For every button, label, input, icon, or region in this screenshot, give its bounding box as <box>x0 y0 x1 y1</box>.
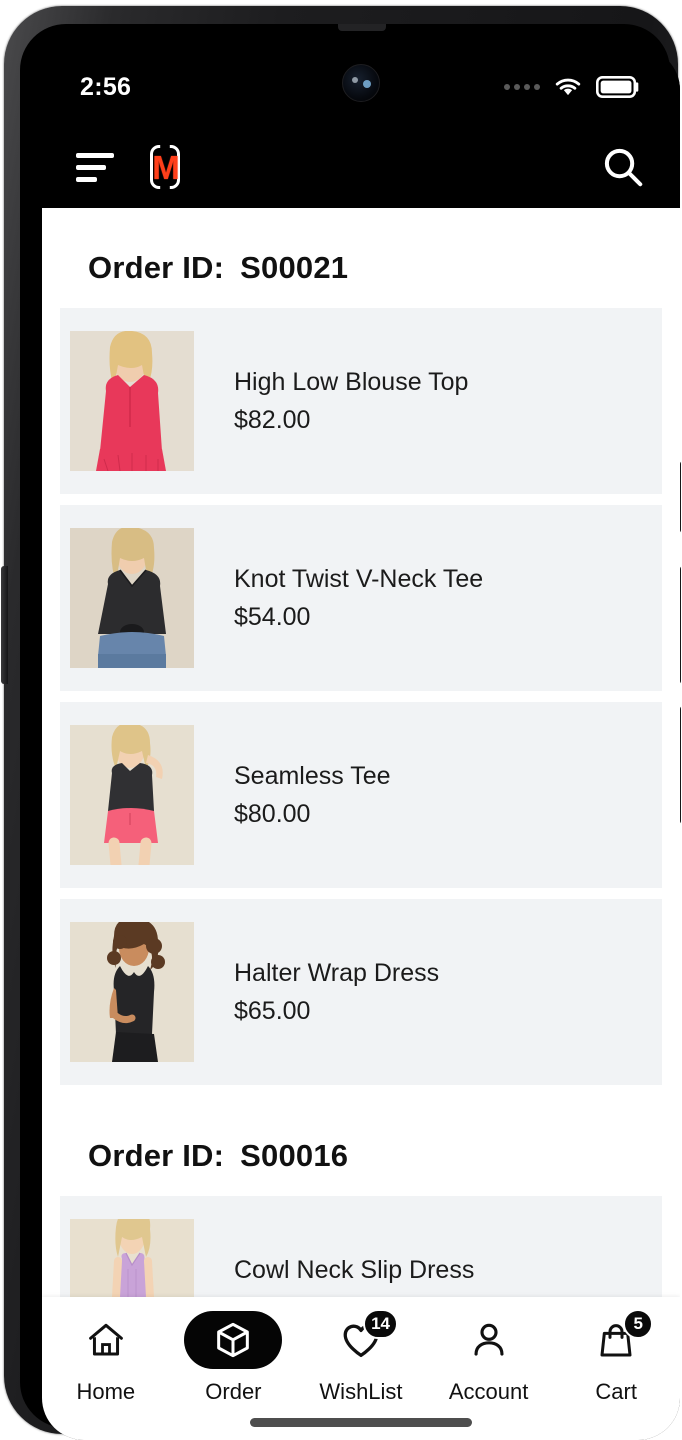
product-price: $54.00 <box>234 603 311 632</box>
black-knot-tee-model-image <box>70 528 194 668</box>
status-bar: 2:56 <box>42 48 680 126</box>
product-price: $82.00 <box>234 406 311 435</box>
product-info: Halter Wrap Dress $65.00 <box>194 958 439 1026</box>
black-tee-pink-shorts-model-image <box>70 725 194 865</box>
wifi-icon <box>555 78 581 96</box>
nav-item-order[interactable]: Order <box>177 1311 289 1405</box>
hamburger-menu-icon[interactable] <box>76 152 114 182</box>
order-item-row[interactable]: Halter Wrap Dress $65.00 <box>60 899 662 1085</box>
nav-icon-wrap-order <box>184 1311 283 1369</box>
order-header: Order ID: S00016 <box>60 1096 662 1196</box>
nav-icon-wrap-account <box>440 1311 538 1369</box>
phone-frame: 2:56 M Order ID: S00021 High Low Blouse … <box>0 0 682 1440</box>
product-name: Halter Wrap Dress <box>234 958 440 987</box>
nav-item-wishlist[interactable]: 14 WishList <box>305 1309 417 1405</box>
signal-dots-icon <box>504 84 540 90</box>
home-indicator[interactable] <box>250 1418 472 1427</box>
product-price: $65.00 <box>234 997 311 1026</box>
product-info: Cowl Neck Slip Dress $100.00 <box>194 1255 474 1297</box>
cart-badge: 5 <box>623 1309 654 1339</box>
product-info: Knot Twist V-Neck Tee $54.00 <box>194 564 483 632</box>
phone-screen: 2:56 M Order ID: S00021 High Low Blouse … <box>42 48 680 1440</box>
search-icon[interactable] <box>600 144 646 190</box>
battery-full-icon <box>596 76 639 98</box>
person-icon <box>474 1323 504 1356</box>
product-info: Seamless Tee $80.00 <box>194 761 391 829</box>
left-side-button[interactable] <box>1 566 8 684</box>
wishlist-badge: 14 <box>363 1309 398 1339</box>
product-thumbnail <box>70 331 194 471</box>
order-item-row[interactable]: High Low Blouse Top $82.00 <box>60 308 662 494</box>
order-item-row[interactable]: Knot Twist V-Neck Tee $54.00 <box>60 505 662 691</box>
earpiece-speaker <box>338 24 386 31</box>
product-name: Cowl Neck Slip Dress <box>234 1255 475 1284</box>
nav-item-account[interactable]: Account <box>433 1311 545 1405</box>
product-name: High Low Blouse Top <box>234 367 469 396</box>
nav-label-order: Order <box>205 1379 262 1404</box>
orders-list[interactable]: Order ID: S00021 High Low Blouse Top $82… <box>42 208 680 1297</box>
product-name: Knot Twist V-Neck Tee <box>234 564 484 593</box>
nav-label-home: Home <box>76 1379 136 1404</box>
myntra-logo[interactable]: M <box>144 143 186 191</box>
product-name: Seamless Tee <box>234 761 391 790</box>
nav-item-cart[interactable]: 5 Cart <box>560 1309 672 1405</box>
nav-label-cart: Cart <box>595 1379 637 1404</box>
product-info: High Low Blouse Top $82.00 <box>194 367 468 435</box>
product-thumbnail <box>70 725 194 865</box>
logo-letter: M <box>152 148 179 186</box>
nav-icon-wrap-home <box>57 1311 155 1369</box>
black-halter-dress-model-image <box>70 922 194 1062</box>
order-item-row[interactable]: Cowl Neck Slip Dress $100.00 <box>60 1196 662 1297</box>
product-thumbnail <box>70 922 194 1062</box>
product-price: $80.00 <box>234 800 311 829</box>
product-thumbnail <box>70 1219 194 1297</box>
home-icon <box>88 1323 123 1356</box>
front-camera-icon <box>342 64 380 102</box>
bottom-navigation-bar: Home Order 14 WishList Account 5 Cart <box>42 1297 680 1440</box>
box-cube-icon <box>217 1322 250 1358</box>
order-id-value: S00021 <box>240 250 349 285</box>
status-time: 2:56 <box>80 72 132 101</box>
product-thumbnail <box>70 528 194 668</box>
phone-bezel: 2:56 M Order ID: S00021 High Low Blouse … <box>20 24 680 1440</box>
status-indicators <box>504 76 640 98</box>
order-id-label: Order ID: <box>88 250 225 285</box>
nav-icon-wrap-wishlist: 14 <box>312 1309 410 1369</box>
order-id-value: S00016 <box>240 1138 349 1173</box>
app-bar: M <box>42 126 680 208</box>
lilac-slip-dress-model-image <box>70 1219 194 1297</box>
nav-item-home[interactable]: Home <box>50 1311 162 1405</box>
nav-icon-wrap-cart: 5 <box>567 1309 665 1369</box>
phone-body: 2:56 M Order ID: S00021 High Low Blouse … <box>1 6 681 1440</box>
order-header: Order ID: S00021 <box>60 208 662 308</box>
pink-blouse-model-image <box>70 331 194 471</box>
order-item-row[interactable]: Seamless Tee $80.00 <box>60 702 662 888</box>
nav-label-wishlist: WishList <box>319 1379 403 1404</box>
order-id-label: Order ID: <box>88 1138 225 1173</box>
nav-label-account: Account <box>448 1379 529 1404</box>
